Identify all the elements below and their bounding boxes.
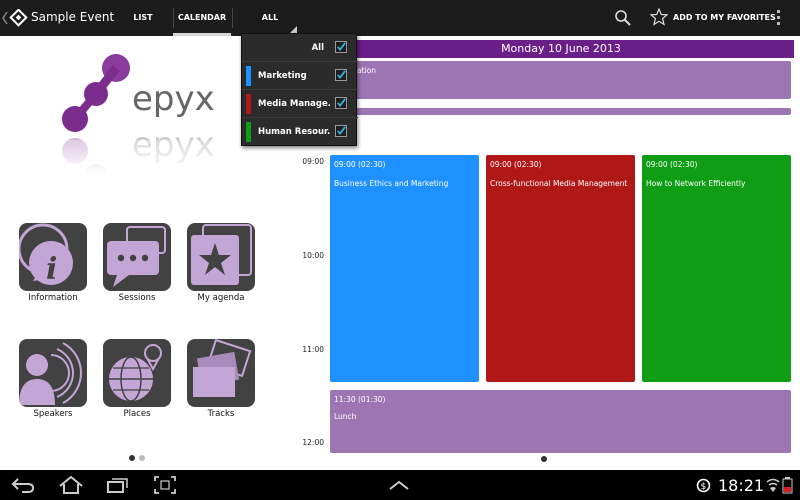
data-saver-icon: $ bbox=[696, 478, 711, 493]
speakers-tile[interactable] bbox=[19, 339, 87, 407]
event-time: 09:00 (02:30) bbox=[334, 160, 386, 169]
calendar-event[interactable]: 09:00 (02:30) How to Network Efficiently bbox=[642, 155, 791, 382]
allday-event-title: ation bbox=[357, 66, 376, 75]
checkbox-checked-icon[interactable] bbox=[335, 69, 347, 81]
wifi-icon bbox=[766, 478, 780, 492]
back-icon[interactable] bbox=[10, 476, 36, 494]
spinner-corner-icon bbox=[290, 26, 297, 33]
star-icon[interactable] bbox=[650, 8, 668, 26]
home-icon[interactable] bbox=[58, 475, 84, 495]
event-title: Lunch bbox=[334, 412, 357, 421]
tracks-icon bbox=[193, 339, 252, 397]
event-title: How to Network Efficiently bbox=[646, 179, 746, 188]
track-filter-dropdown: All Marketing Media Manage... Human Reso… bbox=[241, 33, 358, 146]
filter-option-label: Human Resour... bbox=[258, 127, 330, 137]
epyx-logo: epyx epyx bbox=[10, 54, 268, 174]
places-label: Places bbox=[123, 409, 151, 419]
event-time: 11:30 (01:30) bbox=[334, 395, 386, 404]
chevron-up-icon[interactable] bbox=[388, 479, 410, 491]
screenshot-icon[interactable] bbox=[154, 476, 176, 494]
event-title: Business Ethics and Marketing bbox=[334, 179, 449, 188]
filter-option-label: Media Manage... bbox=[258, 99, 330, 109]
calendar-event[interactable]: 09:00 (02:30) Business Ethics and Market… bbox=[330, 155, 479, 382]
checkbox-checked-icon[interactable] bbox=[335, 41, 347, 53]
track-color-swatch bbox=[246, 122, 251, 142]
filter-option-label: Marketing bbox=[258, 71, 307, 81]
event-time: 09:00 (02:30) bbox=[646, 160, 698, 169]
checkbox-checked-icon[interactable] bbox=[335, 125, 347, 137]
page-indicator-active bbox=[129, 455, 135, 461]
tab-divider bbox=[232, 8, 233, 28]
information-label: Information bbox=[28, 293, 78, 303]
hour-label: 11:00 bbox=[302, 345, 324, 354]
svg-text:i: i bbox=[46, 252, 57, 287]
battery-icon bbox=[782, 477, 793, 494]
sessions-tile[interactable] bbox=[103, 223, 171, 291]
information-tile[interactable]: i bbox=[19, 223, 87, 291]
system-navigation-bar: $ 18:21 bbox=[0, 470, 800, 500]
app-title[interactable]: Sample Event bbox=[31, 10, 114, 24]
agenda-star-icon bbox=[191, 224, 252, 285]
allday-event[interactable]: ation bbox=[330, 61, 791, 99]
tab-list[interactable]: LIST bbox=[120, 0, 166, 36]
speaker-icon bbox=[19, 342, 82, 405]
calendar-event[interactable]: 09:00 (02:30) Cross-functional Media Man… bbox=[486, 155, 635, 382]
app-screen: Sample Event LIST CALENDAR ALL ADD TO MY… bbox=[0, 0, 800, 500]
checkbox-checked-icon[interactable] bbox=[335, 97, 347, 109]
add-to-favorites-button[interactable]: ADD TO MY FAVORITES bbox=[673, 13, 776, 22]
logo-wordmark: epyx bbox=[132, 79, 215, 119]
action-bar: Sample Event LIST CALENDAR ALL ADD TO MY… bbox=[0, 0, 800, 36]
search-icon[interactable] bbox=[614, 9, 632, 27]
tab-calendar[interactable]: CALENDAR bbox=[173, 0, 231, 36]
tracks-label: Tracks bbox=[207, 409, 235, 419]
filter-option-all[interactable]: All bbox=[242, 34, 358, 62]
my-agenda-label: My agenda bbox=[197, 293, 245, 303]
places-tile[interactable] bbox=[103, 339, 171, 407]
tracks-tile[interactable] bbox=[187, 339, 255, 407]
info-icon: i bbox=[19, 223, 73, 287]
svg-text:$: $ bbox=[701, 482, 707, 492]
filter-option-human-resources[interactable]: Human Resour... bbox=[242, 118, 358, 146]
page-indicator bbox=[139, 455, 145, 461]
hour-label: 12:00 bbox=[302, 438, 324, 447]
overflow-menu-icon[interactable] bbox=[776, 10, 781, 26]
recent-apps-icon[interactable] bbox=[106, 476, 130, 494]
calendar-event[interactable]: 11:30 (01:30) Lunch bbox=[330, 390, 791, 453]
chat-icon bbox=[107, 226, 166, 287]
track-color-swatch bbox=[246, 94, 251, 114]
filter-option-marketing[interactable]: Marketing bbox=[242, 62, 358, 90]
hour-label: 10:00 bbox=[302, 251, 324, 260]
my-agenda-tile[interactable] bbox=[187, 223, 255, 291]
filter-option-media-management[interactable]: Media Manage... bbox=[242, 90, 358, 118]
sessions-label: Sessions bbox=[118, 293, 156, 303]
page-indicator-active bbox=[541, 456, 547, 462]
app-logo-icon[interactable] bbox=[2, 9, 28, 27]
event-time: 09:00 (02:30) bbox=[490, 160, 542, 169]
event-title: Cross-functional Media Management bbox=[490, 179, 628, 188]
speakers-label: Speakers bbox=[33, 409, 73, 419]
filter-option-label: All bbox=[311, 43, 324, 53]
hour-label: 09:00 bbox=[302, 157, 324, 166]
system-clock: 18:21 bbox=[718, 476, 765, 495]
calendar-date-header: Monday 10 June 2013 bbox=[328, 40, 794, 58]
allday-event-strip[interactable] bbox=[330, 108, 791, 115]
track-color-swatch bbox=[246, 66, 251, 86]
globe-pin-icon bbox=[109, 344, 162, 402]
